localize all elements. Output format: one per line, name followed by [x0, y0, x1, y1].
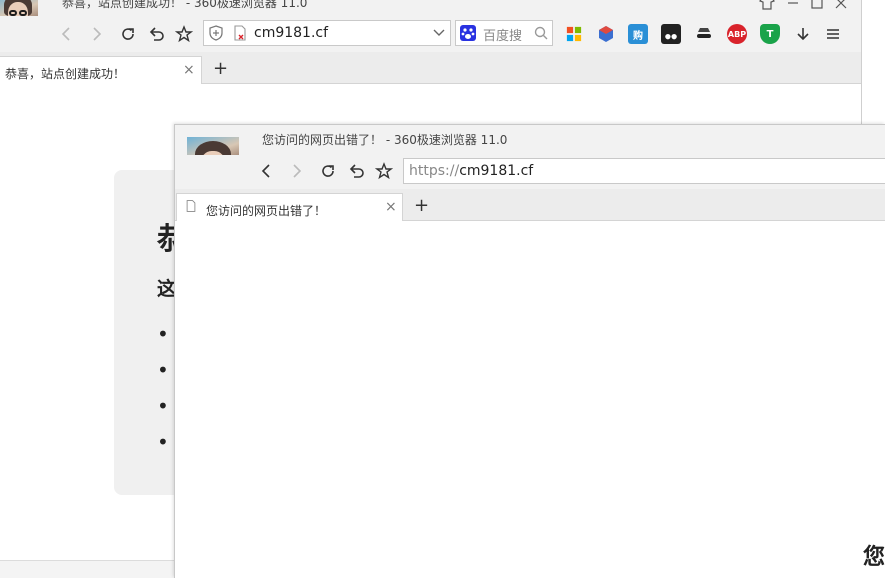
- front-toolbar: https://cm9181.cf: [175, 155, 885, 189]
- search-placeholder: 百度搜: [483, 29, 523, 44]
- chevron-down-icon[interactable]: [428, 22, 450, 44]
- new-tab-button[interactable]: +: [414, 195, 429, 216]
- tampermonkey-ext-icon[interactable]: [661, 24, 681, 44]
- back-window-title: 恭喜，站点创建成功！ - 360极速浏览器 11.0: [62, 0, 308, 10]
- address-bar[interactable]: https://cm9181.cf: [403, 158, 885, 184]
- error-heading: 您: [863, 545, 885, 570]
- back-tabstrip: 恭喜，站点创建成功！ × +: [0, 52, 861, 84]
- gou-ext-icon[interactable]: 购: [628, 24, 648, 44]
- search-icon[interactable]: [530, 22, 552, 44]
- url-text: cm9181.cf: [254, 25, 329, 41]
- front-titlebar: 您访问的网页出错了！ - 360极速浏览器 11.0: [175, 125, 885, 189]
- bullet-item: •: [157, 394, 169, 418]
- url-scheme: https://: [409, 163, 460, 179]
- back-toolbar: cm9181.cf 百度搜 购 ABP T: [0, 16, 861, 52]
- tab-page-error[interactable]: 您访问的网页出错了！ ×: [176, 193, 403, 221]
- front-browser-window: 您访问的网页出错了！ - 360极速浏览器 11.0 https://cm918…: [174, 124, 885, 578]
- front-window-title: 您访问的网页出错了！ - 360极速浏览器 11.0: [262, 133, 508, 147]
- undo-icon[interactable]: [345, 160, 367, 182]
- security-shield-icon[interactable]: [206, 22, 226, 44]
- front-tabstrip: 您访问的网页出错了！ × +: [175, 189, 885, 221]
- tab-close-icon[interactable]: ×: [385, 199, 397, 215]
- forward-icon[interactable]: [85, 23, 107, 45]
- skin-icon[interactable]: [756, 0, 778, 14]
- star-icon[interactable]: [173, 23, 195, 45]
- tab-close-icon[interactable]: ×: [183, 62, 195, 78]
- minimize-icon[interactable]: [782, 0, 804, 14]
- abp-ext-icon[interactable]: ABP: [727, 24, 747, 44]
- maximize-icon[interactable]: [806, 0, 828, 14]
- tab-site-created[interactable]: 恭喜，站点创建成功！ ×: [0, 56, 202, 84]
- reload-icon[interactable]: [317, 160, 339, 182]
- forward-icon[interactable]: [285, 160, 307, 182]
- tab-label: 恭喜，站点创建成功！: [5, 67, 126, 81]
- page-icon: [183, 198, 199, 214]
- url-host: cm9181.cf: [459, 163, 534, 179]
- bullet-item: •: [157, 430, 169, 454]
- bullet-item: •: [157, 358, 169, 382]
- spy-ext-icon[interactable]: [694, 24, 714, 44]
- tab-label: 您访问的网页出错了！: [206, 204, 327, 218]
- back-icon[interactable]: [256, 160, 278, 182]
- search-box[interactable]: 百度搜: [455, 20, 553, 46]
- back-icon[interactable]: [56, 23, 78, 45]
- bullet-item: •: [157, 322, 169, 346]
- reload-icon[interactable]: [117, 23, 139, 45]
- download-icon[interactable]: [792, 23, 814, 45]
- close-window-icon[interactable]: [830, 0, 852, 14]
- insecure-page-icon[interactable]: [230, 22, 250, 44]
- undo-icon[interactable]: [145, 23, 167, 45]
- menu-icon[interactable]: [822, 23, 844, 45]
- new-tab-button[interactable]: +: [213, 58, 228, 79]
- url-text: https://cm9181.cf: [409, 163, 533, 179]
- microsoft-ext-icon[interactable]: [564, 24, 584, 44]
- shield-ext-icon[interactable]: T: [760, 24, 780, 44]
- star-icon[interactable]: [373, 160, 395, 182]
- baidu-paw-icon[interactable]: [458, 22, 478, 44]
- address-bar[interactable]: cm9181.cf: [203, 20, 451, 46]
- back-titlebar: 恭喜，站点创建成功！ - 360极速浏览器 11.0: [0, 0, 861, 50]
- cube-ext-icon[interactable]: [596, 24, 616, 44]
